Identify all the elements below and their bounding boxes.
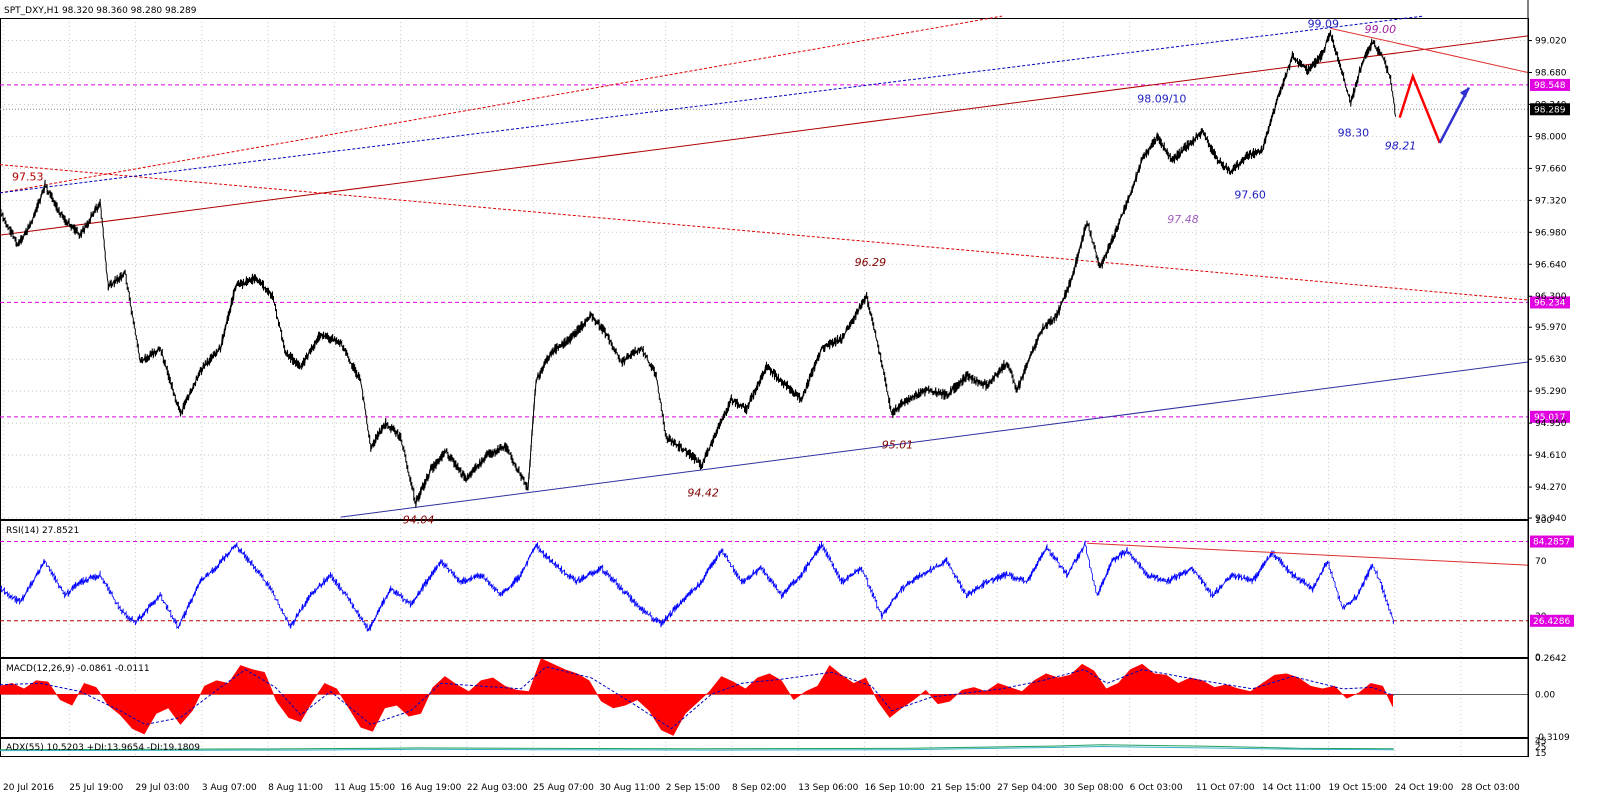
x-tick-label: 25 Aug 07:00 bbox=[533, 783, 594, 793]
price-y-tick-label: 95.630 bbox=[1535, 355, 1567, 365]
price-annotation: 98.09/10 bbox=[1137, 93, 1186, 106]
price-annotation: 95.01 bbox=[882, 439, 914, 452]
rsi-y-tick-label: 70 bbox=[1535, 557, 1547, 567]
price-annotation: 97.53 bbox=[12, 171, 44, 184]
x-tick-label: 8 Sep 02:00 bbox=[732, 783, 787, 793]
price-y-tick-label: 94.270 bbox=[1535, 483, 1567, 493]
price-y-tick-label: 98.340 bbox=[1535, 100, 1567, 110]
price-y-tick-label: 97.660 bbox=[1535, 164, 1567, 174]
rsi-tag-label: 84.2857 bbox=[1533, 538, 1570, 548]
symbol-header: SPT_DXY,H1 98.320 98.360 98.280 98.289 bbox=[4, 6, 197, 16]
price-annotation: 94.04 bbox=[403, 514, 435, 527]
level-tag-label: 98.548 bbox=[1534, 81, 1566, 91]
adx-y-tick-label: 15 bbox=[1535, 749, 1546, 759]
price-annotation: 99.09 bbox=[1308, 17, 1340, 30]
price-annotation: 97.60 bbox=[1234, 188, 1266, 201]
price-y-tick-label: 93.940 bbox=[1535, 514, 1567, 524]
x-tick-label: 11 Aug 15:00 bbox=[334, 783, 395, 793]
x-tick-label: 3 Aug 07:00 bbox=[202, 783, 257, 793]
x-tick-label: 24 Oct 19:00 bbox=[1395, 783, 1454, 793]
adx-title: ADX(55) 10.5203 +DI:13.9654 -DI:19.1809 bbox=[6, 743, 200, 753]
rsi-tag-label: 26.4286 bbox=[1533, 617, 1570, 627]
x-tick-label: 29 Jul 03:00 bbox=[136, 783, 190, 793]
price-annotation: 97.48 bbox=[1167, 213, 1199, 226]
price-y-tick-label: 95.290 bbox=[1535, 387, 1567, 397]
price-y-tick-label: 95.970 bbox=[1535, 323, 1567, 333]
x-tick-label: 11 Oct 07:00 bbox=[1196, 783, 1255, 793]
price-y-tick-label: 98.000 bbox=[1535, 132, 1567, 142]
x-tick-label: 19 Oct 15:00 bbox=[1328, 783, 1387, 793]
price-y-tick-label: 94.950 bbox=[1535, 419, 1567, 429]
x-tick-label: 30 Aug 11:00 bbox=[599, 783, 660, 793]
x-tick-label: 16 Aug 19:00 bbox=[401, 783, 462, 793]
macd-y-tick-label: 0.00 bbox=[1535, 690, 1555, 700]
x-tick-label: 13 Sep 06:00 bbox=[798, 783, 858, 793]
chart-root: 97.53 99.09 99.00 98.09/10 98.30 98.21 97.60 97… bbox=[0, 0, 1609, 796]
x-tick-label: 14 Oct 11:00 bbox=[1262, 783, 1321, 793]
price-y-tick-label: 96.980 bbox=[1535, 228, 1567, 238]
price-annotation: 98.21 bbox=[1385, 140, 1417, 153]
x-tick-label: 27 Sep 04:00 bbox=[997, 783, 1057, 793]
x-tick-label: 20 Jul 2016 bbox=[3, 783, 54, 793]
price-y-tick-label: 99.020 bbox=[1535, 37, 1567, 47]
price-annotation: 98.30 bbox=[1338, 126, 1370, 139]
price-annotation: 94.42 bbox=[687, 486, 719, 499]
macd-title: MACD(12,26,9) -0.0861 -0.0111 bbox=[6, 664, 150, 674]
x-tick-label: 25 Jul 19:00 bbox=[69, 783, 123, 793]
price-y-tick-label: 96.300 bbox=[1535, 292, 1567, 302]
x-tick-label: 2 Sep 15:00 bbox=[666, 783, 721, 793]
price-annotation: 99.00 bbox=[1365, 23, 1397, 36]
price-y-tick-label: 98.680 bbox=[1535, 69, 1567, 79]
chart-svg[interactable]: 97.53 99.09 99.00 98.09/10 98.30 98.21 97.60 97… bbox=[0, 0, 1609, 796]
x-tick-label: 6 Oct 03:00 bbox=[1130, 783, 1183, 793]
x-tick-label: 30 Sep 08:00 bbox=[1063, 783, 1123, 793]
price-annotation: 96.29 bbox=[855, 256, 887, 269]
rsi-title: RSI(14) 27.8521 bbox=[6, 526, 79, 536]
x-tick-label: 28 Oct 03:00 bbox=[1461, 783, 1520, 793]
price-y-tick-label: 96.640 bbox=[1535, 260, 1567, 270]
x-tick-label: 21 Sep 15:00 bbox=[931, 783, 991, 793]
x-tick-label: 16 Sep 10:00 bbox=[865, 783, 925, 793]
price-y-tick-label: 94.610 bbox=[1535, 451, 1567, 461]
x-tick-label: 8 Aug 11:00 bbox=[268, 783, 323, 793]
macd-y-tick-label: 0.2642 bbox=[1535, 654, 1567, 664]
x-tick-label: 22 Aug 03:00 bbox=[467, 783, 528, 793]
price-y-tick-label: 97.320 bbox=[1535, 196, 1567, 206]
